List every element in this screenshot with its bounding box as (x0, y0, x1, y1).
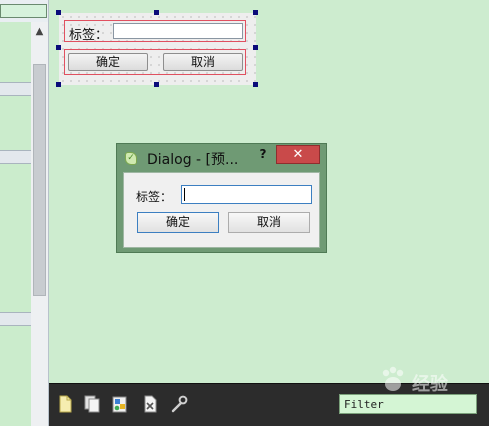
resize-handle[interactable] (56, 10, 61, 15)
preview-dialog[interactable]: ✓ Dialog - [预... ? ✕ 标签： 确定 取消 (116, 143, 327, 253)
resize-handle[interactable] (56, 82, 61, 87)
form-cancel-button[interactable]: 取消 (163, 53, 243, 71)
form-design-canvas[interactable]: 标签： 确定 取消 (59, 13, 256, 85)
cancel-button[interactable]: 取消 (228, 212, 310, 233)
copy-icon[interactable] (82, 394, 102, 414)
list-item[interactable] (0, 312, 31, 326)
form-label: 标签： (69, 28, 109, 43)
resize-handle[interactable] (253, 82, 258, 87)
scroll-up-arrow-icon[interactable]: ▲ (31, 24, 48, 40)
form-label-layout[interactable]: 标签： (64, 20, 246, 43)
dialog-content: 标签： 确定 取消 (123, 172, 320, 248)
dialog-titlebar[interactable]: ✓ Dialog - [预... ? ✕ (117, 144, 326, 172)
watermark: 经验 (376, 364, 486, 404)
form-ok-button[interactable]: 确定 (68, 53, 148, 71)
vertical-scrollbar[interactable]: ▲ (31, 22, 48, 426)
left-panel: ▲ (0, 0, 49, 426)
resize-handle[interactable] (253, 45, 258, 50)
ok-button[interactable]: 确定 (137, 212, 219, 233)
qt-app-icon: ✓ (125, 152, 137, 165)
list-item[interactable] (0, 82, 31, 96)
dialog-text-input[interactable] (181, 185, 312, 204)
list-item[interactable] (0, 150, 31, 164)
paw-logo-icon (382, 366, 404, 391)
resize-handle[interactable] (154, 10, 159, 15)
left-list (0, 22, 31, 426)
resize-handle[interactable] (253, 10, 258, 15)
dialog-label: 标签： (136, 190, 173, 204)
resource-icon[interactable] (110, 394, 130, 414)
scroll-thumb[interactable] (33, 64, 46, 296)
dialog-title: Dialog - [预... (147, 152, 239, 168)
close-icon: ✕ (292, 147, 304, 162)
delete-icon[interactable] (140, 394, 160, 414)
resize-handle[interactable] (154, 82, 159, 87)
resize-handle[interactable] (56, 45, 61, 50)
left-panel-header[interactable] (0, 4, 47, 18)
help-button[interactable]: ? (256, 147, 270, 161)
wrench-icon[interactable] (170, 394, 190, 414)
watermark-text: 经验 (412, 374, 448, 395)
text-caret (184, 188, 185, 201)
form-line-edit[interactable] (113, 23, 243, 39)
close-button[interactable]: ✕ (276, 145, 320, 164)
new-file-icon[interactable] (55, 394, 75, 414)
form-button-layout[interactable]: 确定 取消 (64, 49, 246, 75)
